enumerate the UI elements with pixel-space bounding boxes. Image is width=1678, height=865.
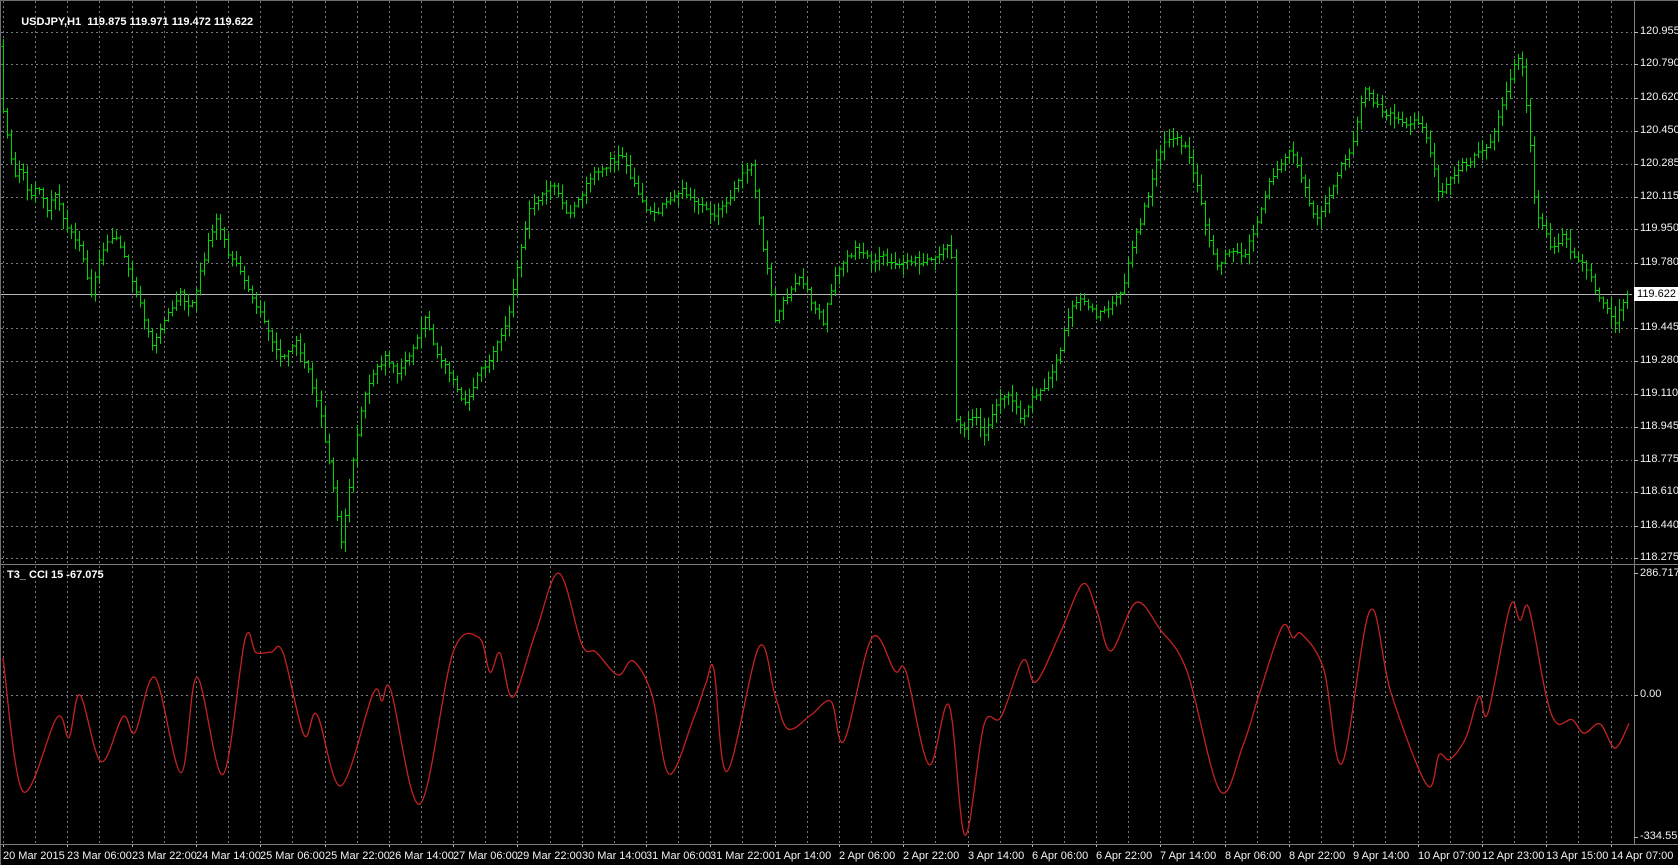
price-tick-label: 120.450 — [1640, 124, 1678, 137]
time-tick-label: 20 Mar 2015 — [3, 850, 65, 863]
time-tick-label: 23 Mar 06:00 — [67, 850, 132, 863]
price-tick-mark — [1634, 263, 1638, 264]
time-tick-label: 8 Apr 22:00 — [1289, 850, 1345, 863]
price-tick-label: 120.620 — [1640, 91, 1678, 104]
price-tick-mark — [1634, 164, 1638, 165]
price-axis-separator — [1634, 1, 1635, 844]
time-tick-label: 2 Apr 22:00 — [903, 850, 959, 863]
price-tick-label: 119.780 — [1640, 256, 1678, 269]
price-tick-mark — [1634, 361, 1638, 362]
time-tick-label: 6 Apr 06:00 — [1032, 850, 1088, 863]
indicator-tick-mark — [1634, 837, 1638, 838]
time-tick-label: 31 Mar 06:00 — [646, 850, 711, 863]
price-tick-mark — [1634, 229, 1638, 230]
price-tick-mark — [1634, 64, 1638, 65]
time-tick-label: 29 Mar 22:00 — [517, 850, 582, 863]
time-tick-label: 25 Mar 22:00 — [325, 850, 390, 863]
time-tick-label: 24 Mar 14:00 — [196, 850, 261, 863]
time-tick-label: 6 Apr 22:00 — [1096, 850, 1152, 863]
price-tick-mark — [1634, 131, 1638, 132]
indicator-tick-label: -334.55 — [1640, 830, 1677, 843]
time-axis-separator — [1, 844, 1678, 845]
time-tick-label: 9 Apr 14:00 — [1353, 850, 1409, 863]
symbol-period-label: USDJPY,H1 — [21, 16, 81, 28]
price-tick-label: 119.280 — [1640, 354, 1678, 367]
indicator-tick-mark — [1634, 695, 1638, 696]
indicator-tick-mark — [1634, 573, 1638, 574]
time-tick-label: 3 Apr 14:00 — [968, 850, 1024, 863]
price-bars-series — [2, 39, 1630, 552]
ohlc-readout: 119.875 119.971 119.472 119.622 — [87, 16, 253, 28]
indicator-chart-canvas[interactable] — [1, 566, 1678, 844]
time-tick-label: 1 Apr 14:00 — [775, 850, 831, 863]
time-tick-label: 12 Apr 23:00 — [1482, 850, 1544, 863]
price-chart-canvas[interactable] — [1, 1, 1678, 564]
price-tick-label: 118.945 — [1640, 420, 1678, 433]
price-tick-mark — [1634, 526, 1638, 527]
price-tick-label: 118.275 — [1640, 551, 1678, 564]
current-price-badge: 119.622 — [1634, 287, 1678, 301]
price-tick-mark — [1634, 460, 1638, 461]
price-tick-mark — [1634, 558, 1638, 559]
indicator-tick-label: 0.00 — [1640, 688, 1661, 701]
price-tick-mark — [1634, 427, 1638, 428]
price-tick-label: 118.440 — [1640, 519, 1678, 532]
indicator-title: T3_ CCI 15 -67.075 — [7, 569, 104, 581]
price-tick-label: 119.445 — [1640, 321, 1678, 334]
price-tick-label: 120.955 — [1640, 25, 1678, 38]
price-tick-mark — [1634, 394, 1638, 395]
time-tick-label: 10 Apr 07:00 — [1418, 850, 1480, 863]
time-tick-label: 27 Mar 06:00 — [453, 850, 518, 863]
price-tick-mark — [1634, 32, 1638, 33]
price-tick-label: 118.610 — [1640, 485, 1678, 498]
time-tick-label: 8 Apr 06:00 — [1225, 850, 1281, 863]
price-tick-mark — [1634, 328, 1638, 329]
price-tick-label: 118.775 — [1640, 453, 1678, 466]
price-tick-mark — [1634, 197, 1638, 198]
time-tick-label: 31 Mar 22:00 — [710, 850, 775, 863]
price-tick-label: 120.115 — [1640, 190, 1678, 203]
mt4-chart-window: USDJPY,H1 119.875 119.971 119.472 119.62… — [0, 0, 1678, 865]
time-tick-label: 30 Mar 14:00 — [582, 850, 647, 863]
time-tick-label: 14 Apr 07:00 — [1611, 850, 1673, 863]
price-tick-label: 120.790 — [1640, 57, 1678, 70]
time-tick-label: 2 Apr 06:00 — [839, 850, 895, 863]
panel-splitter[interactable] — [1, 564, 1678, 565]
price-tick-label: 119.110 — [1640, 387, 1678, 400]
time-tick-label: 23 Mar 22:00 — [132, 850, 197, 863]
time-tick-label: 7 Apr 14:00 — [1160, 850, 1216, 863]
time-tick-label: 13 Apr 15:00 — [1546, 850, 1608, 863]
time-tick-label: 25 Mar 06:00 — [260, 850, 325, 863]
price-tick-label: 120.285 — [1640, 157, 1678, 170]
chart-title: USDJPY,H1 119.875 119.971 119.472 119.62… — [9, 4, 253, 40]
indicator-tick-label: 286.717 — [1640, 567, 1678, 580]
price-tick-mark — [1634, 98, 1638, 99]
time-tick-label: 26 Mar 14:00 — [389, 850, 454, 863]
price-tick-label: 119.950 — [1640, 222, 1678, 235]
price-tick-mark — [1634, 492, 1638, 493]
